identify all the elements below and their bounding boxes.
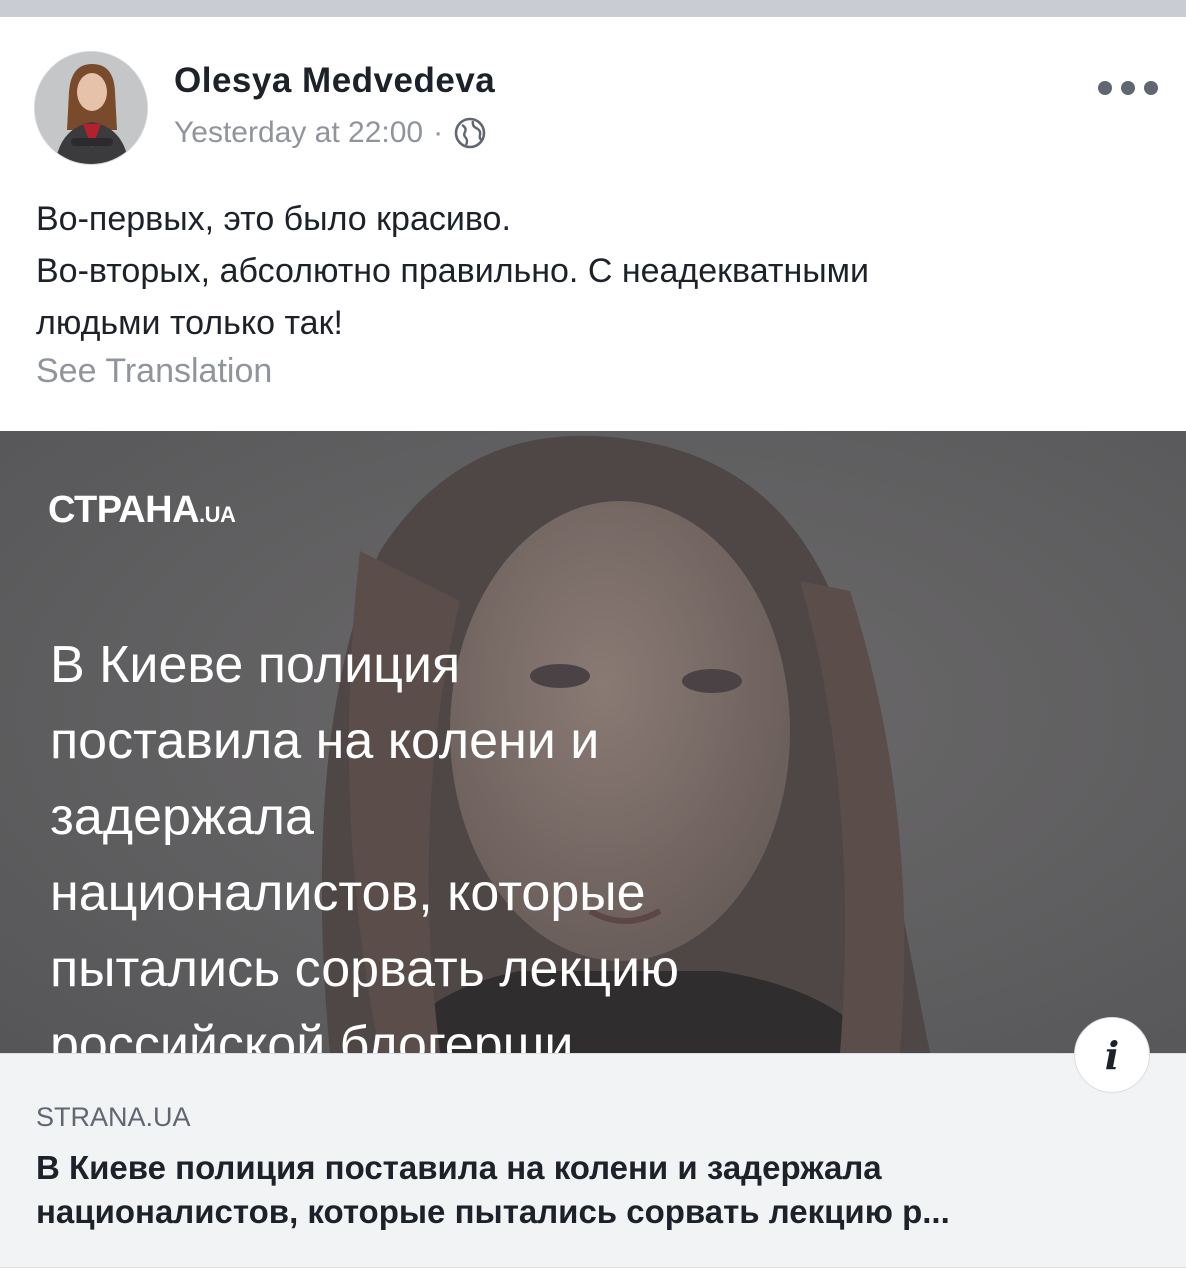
see-translation-link[interactable]: See Translation — [36, 352, 272, 391]
meta-separator: · — [433, 116, 444, 149]
image-headline-line: российской блогерши — [50, 1016, 574, 1053]
post-text-line: Во-вторых, абсолютно правильно. С неадек… — [36, 252, 870, 290]
image-headline-line: В Киеве полиция — [50, 636, 461, 694]
brand-logo: СТРАНА.UA — [48, 489, 236, 531]
link-preview-image[interactable]: СТРАНА.UA В Киеве полиция поставила на к… — [0, 431, 1186, 1053]
link-domain: STRANA.UA — [36, 1102, 191, 1132]
post-body: Во-первых, это было красиво. Во-вторых, … — [36, 193, 1146, 349]
image-headline-line: задержала — [50, 788, 314, 846]
author-name[interactable]: Olesya Medvedeva — [174, 61, 495, 101]
image-headline-line: националистов, которые — [50, 864, 646, 922]
link-title-line: националистов, которые пытались сорвать … — [36, 1193, 950, 1230]
image-headline: В Киеве полиция поставила на колени и за… — [50, 627, 1180, 1053]
link-title-line: В Киеве полиция поставила на колени и за… — [36, 1149, 882, 1186]
post-meta: Yesterday at 22:00 · — [174, 113, 487, 153]
post-timestamp[interactable]: Yesterday at 22:00 — [174, 116, 423, 150]
top-divider-strip — [0, 0, 1186, 17]
post-header: Olesya Medvedeva Yesterday at 22:00 · — [0, 17, 1186, 177]
more-dot — [1121, 81, 1135, 95]
info-icon[interactable]: i — [1074, 1017, 1150, 1093]
more-dot — [1144, 81, 1158, 95]
post-text-line: людьми только так! — [36, 304, 343, 342]
post-card: Olesya Medvedeva Yesterday at 22:00 · Во… — [0, 17, 1186, 1280]
more-options-icon[interactable] — [1098, 73, 1158, 103]
avatar[interactable] — [34, 51, 148, 165]
link-title: В Киеве полиция поставила на колени и за… — [36, 1146, 1146, 1234]
image-headline-line: поставила на колени и — [50, 712, 600, 770]
avatar-photo — [35, 52, 147, 164]
link-preview-footer[interactable]: STRANA.UA В Киеве полиция поставила на к… — [0, 1053, 1186, 1268]
post-text-line: Во-первых, это было красиво. — [36, 200, 511, 238]
more-dot — [1098, 81, 1112, 95]
image-headline-line: пытались сорвать лекцию — [50, 940, 680, 998]
globe-icon[interactable] — [453, 116, 487, 150]
